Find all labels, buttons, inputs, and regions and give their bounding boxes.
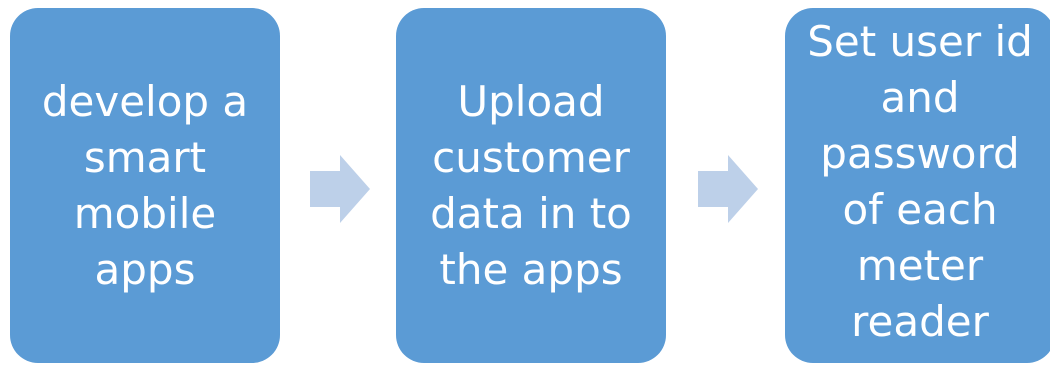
step-2-text: Upload customer data in to the apps <box>430 76 632 294</box>
right-arrow-icon <box>698 155 758 223</box>
step-3-text: Set user id and password of each meter r… <box>807 16 1033 346</box>
step-box-1: develop a smart mobile apps <box>10 8 280 363</box>
step-box-2: Upload customer data in to the apps <box>396 8 666 363</box>
step-box-3: Set user id and password of each meter r… <box>785 8 1050 363</box>
right-arrow-icon <box>310 155 370 223</box>
step-1-text: develop a smart mobile apps <box>41 76 249 294</box>
